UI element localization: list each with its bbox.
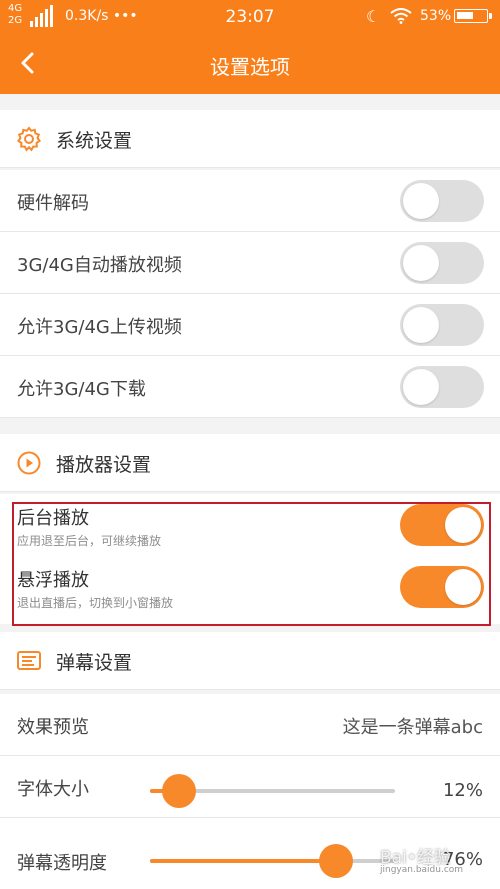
setting-row-download: 允许3G/4G下载 — [0, 356, 500, 418]
gear-icon — [16, 126, 42, 152]
setting-label: 弹幕透明度 — [17, 853, 107, 874]
moon-icon: ☾ — [366, 7, 381, 26]
battery-icon — [454, 9, 492, 23]
section-header-system: 系统设置 — [0, 110, 500, 168]
page-title: 设置选项 — [210, 55, 290, 79]
slider-thumb[interactable] — [319, 844, 354, 878]
hardware-decode-toggle[interactable] — [400, 180, 484, 222]
setting-label: 字体大小 — [17, 779, 89, 800]
section-header-danmaku: 弹幕设置 — [0, 632, 500, 690]
setting-row-floating-play: 悬浮播放 退出直播后，切换到小窗播放 — [0, 558, 500, 624]
setting-description: 退出直播后，切换到小窗播放 — [17, 596, 174, 610]
download-toggle[interactable] — [400, 366, 484, 408]
setting-description: 应用退至后台，可继续播放 — [17, 534, 162, 548]
setting-row-hardware-decode: 硬件解码 — [0, 170, 500, 232]
upload-toggle[interactable] — [400, 304, 484, 346]
setting-row-font-size: 字体大小 12% — [0, 756, 500, 818]
setting-row-preview: 效果预览 这是一条弹幕abc — [0, 694, 500, 756]
setting-label: 后台播放 — [17, 508, 89, 529]
font-size-value: 12% — [442, 780, 483, 801]
slider-fill — [150, 859, 337, 863]
setting-label: 允许3G/4G下载 — [17, 379, 146, 400]
status-bar: 4G 2G 0.3K/s ••• 23:07 ☾ 53% — [0, 0, 500, 34]
danmaku-preview-text: 这是一条弹幕abc — [342, 717, 483, 738]
watermark: Bai•经验 jingyan.baidu.com — [380, 843, 463, 875]
opacity-slider[interactable] — [150, 844, 395, 878]
slider-thumb[interactable] — [162, 774, 197, 808]
floating-play-toggle[interactable] — [400, 566, 484, 608]
setting-row-auto-play: 3G/4G自动播放视频 — [0, 232, 500, 294]
font-size-slider[interactable] — [150, 774, 395, 808]
play-circle-icon — [17, 451, 41, 475]
background-play-toggle[interactable] — [400, 504, 484, 546]
auto-play-toggle[interactable] — [400, 242, 484, 284]
app-bar: 设置选项 — [0, 34, 500, 94]
setting-label: 允许3G/4G上传视频 — [17, 317, 182, 338]
battery-percent: 53% — [420, 8, 452, 24]
setting-label: 3G/4G自动播放视频 — [17, 255, 182, 276]
section-header-player: 播放器设置 — [0, 434, 500, 492]
setting-label: 效果预览 — [17, 717, 89, 738]
setting-label: 硬件解码 — [17, 193, 89, 214]
watermark-url: jingyan.baidu.com — [380, 865, 464, 875]
wifi-icon — [390, 8, 412, 24]
setting-row-background-play: 后台播放 应用退至后台，可继续播放 — [0, 494, 500, 558]
section-title-system: 系统设置 — [56, 130, 133, 152]
setting-row-upload: 允许3G/4G上传视频 — [0, 294, 500, 356]
section-title-danmaku: 弹幕设置 — [56, 652, 133, 674]
section-title-player: 播放器设置 — [56, 454, 152, 476]
danmaku-icon — [17, 651, 41, 670]
setting-label: 悬浮播放 — [17, 570, 89, 591]
